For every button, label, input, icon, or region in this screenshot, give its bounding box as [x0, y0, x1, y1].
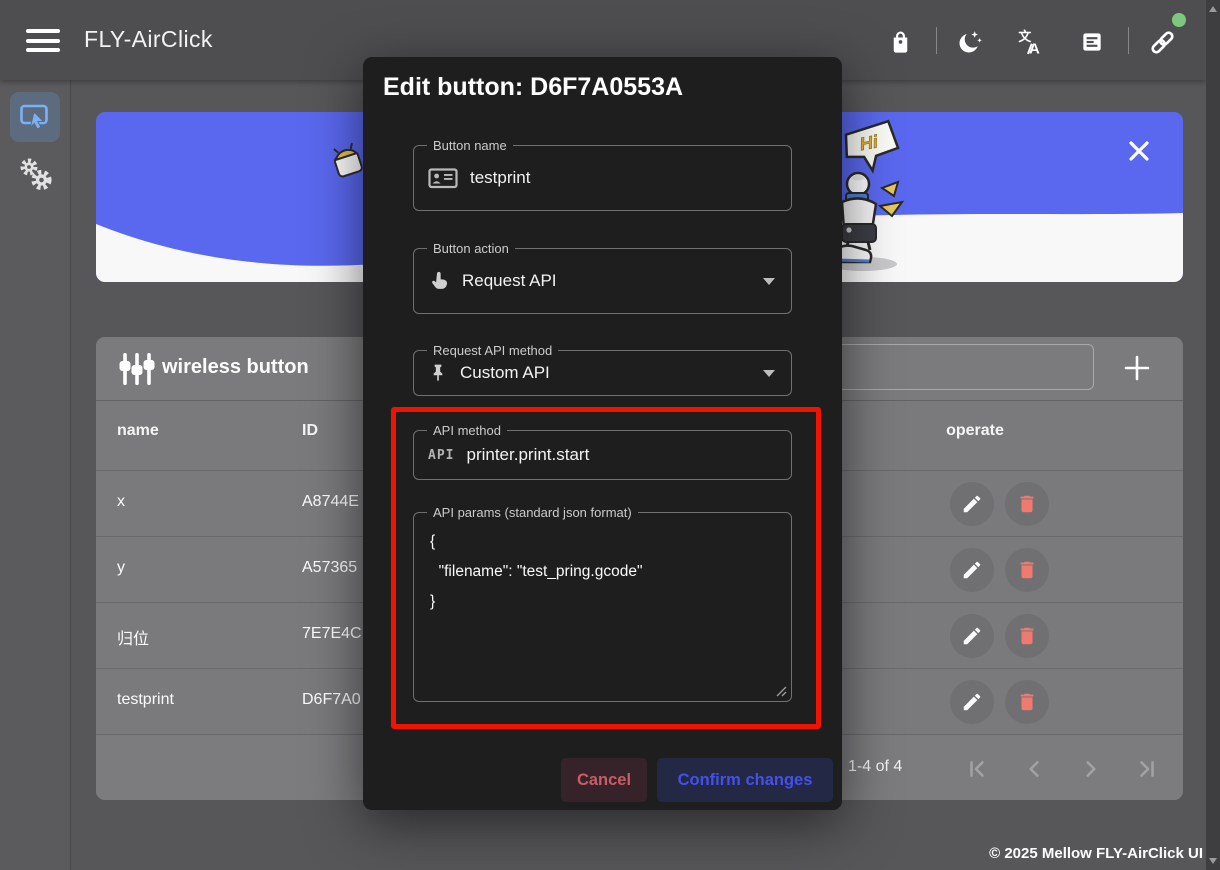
badge-icon [428, 166, 458, 190]
button-name-input[interactable] [470, 168, 777, 188]
pencil-icon [961, 493, 983, 515]
next-page-icon[interactable] [1080, 758, 1102, 780]
connection-link-icon[interactable] [1146, 26, 1178, 58]
toolbar-divider [936, 27, 937, 54]
translate-icon[interactable]: 文 A [1014, 26, 1046, 58]
pencil-icon [961, 559, 983, 581]
cell-name: x [117, 493, 125, 511]
scroll-up-icon[interactable] [1209, 6, 1217, 12]
trash-icon [1016, 559, 1038, 581]
gears-icon [17, 155, 55, 195]
cell-id: D6F7A0 [302, 691, 361, 709]
edit-button[interactable] [950, 614, 994, 658]
pencil-icon [961, 625, 983, 647]
field-label: API params (standard json format) [427, 504, 638, 521]
pencil-icon [961, 691, 983, 713]
card-title: wireless button [162, 356, 309, 379]
delete-button[interactable] [1005, 482, 1049, 526]
copyright-footer: © 2025 Mellow FLY-AirClick UI [989, 845, 1203, 862]
tune-icon [118, 352, 156, 386]
trash-icon [1016, 691, 1038, 713]
pagination-range: 1-4 of 4 [848, 758, 902, 776]
edit-button[interactable] [950, 548, 994, 592]
request-api-method-select[interactable]: Request API method Custom API [413, 350, 792, 396]
prev-page-icon[interactable] [1023, 758, 1045, 780]
shop-bag-icon[interactable] [884, 26, 916, 58]
edit-button-dialog: Edit button: D6F7A0553A Button name Butt… [363, 57, 842, 810]
api-params-textarea[interactable]: { "filename": "test_pring.gcode" } [414, 513, 791, 701]
edit-button[interactable] [950, 482, 994, 526]
banner-close-button[interactable] [1124, 136, 1154, 166]
cancel-button[interactable]: Cancel [561, 758, 647, 802]
col-header-id: ID [302, 422, 318, 440]
field-label: Button action [427, 240, 515, 257]
add-button[interactable] [1116, 347, 1158, 389]
nav-item-settings[interactable] [16, 154, 56, 196]
trash-icon [1016, 625, 1038, 647]
confirm-changes-button[interactable]: Confirm changes [657, 758, 833, 802]
cell-id: A8744E [302, 493, 359, 511]
nav-item-remote-touch[interactable] [10, 92, 60, 142]
pointer-hand-icon [428, 269, 450, 293]
api-method-input[interactable] [466, 445, 777, 465]
cell-name: 归位 [117, 625, 149, 649]
left-nav-rail [0, 80, 71, 870]
api-icon: API [428, 448, 454, 463]
field-label: API method [427, 422, 507, 439]
pushpin-icon [428, 361, 448, 385]
cell-id: A57365 [302, 559, 357, 577]
plus-icon [1123, 354, 1151, 382]
app-title: FLY-AirClick [84, 26, 213, 53]
delete-button[interactable] [1005, 680, 1049, 724]
button-action-value: Request API [462, 271, 557, 291]
field-label: Button name [427, 137, 513, 154]
request-api-method-value: Custom API [460, 363, 550, 383]
cell-name: y [117, 559, 125, 577]
connection-status-dot [1172, 13, 1186, 27]
last-page-icon[interactable] [1136, 758, 1158, 780]
edit-button[interactable] [950, 680, 994, 724]
chevron-down-icon [763, 370, 775, 377]
dialog-title: Edit button: D6F7A0553A [383, 73, 683, 102]
page-scrollbar[interactable] [1206, 0, 1220, 870]
docs-article-icon[interactable] [1076, 26, 1108, 58]
menu-icon[interactable] [26, 29, 60, 52]
cell-id: 7E7E4C [302, 625, 362, 643]
trash-icon [1016, 493, 1038, 515]
dark-mode-moon-icon[interactable] [954, 26, 986, 58]
button-name-field[interactable]: Button name [413, 145, 792, 211]
chevron-down-icon [763, 278, 775, 285]
api-params-field: API params (standard json format) { "fil… [413, 512, 792, 702]
delete-button[interactable] [1005, 614, 1049, 658]
resize-handle-icon[interactable] [775, 685, 787, 697]
scroll-down-icon[interactable] [1209, 858, 1217, 864]
close-icon [1124, 136, 1154, 166]
col-header-operate: operate [942, 422, 1008, 440]
button-action-select[interactable]: Button action Request API [413, 248, 792, 314]
touch-screen-icon [18, 101, 52, 133]
field-label: Request API method [427, 342, 558, 359]
app-screen: FLY-AirClick 文 A [0, 0, 1220, 870]
cell-name: testprint [117, 691, 174, 709]
first-page-icon[interactable] [966, 758, 988, 780]
api-method-field[interactable]: API method API [413, 430, 792, 480]
delete-button[interactable] [1005, 548, 1049, 592]
col-header-name: name [117, 422, 159, 440]
toolbar-divider [1128, 27, 1129, 54]
